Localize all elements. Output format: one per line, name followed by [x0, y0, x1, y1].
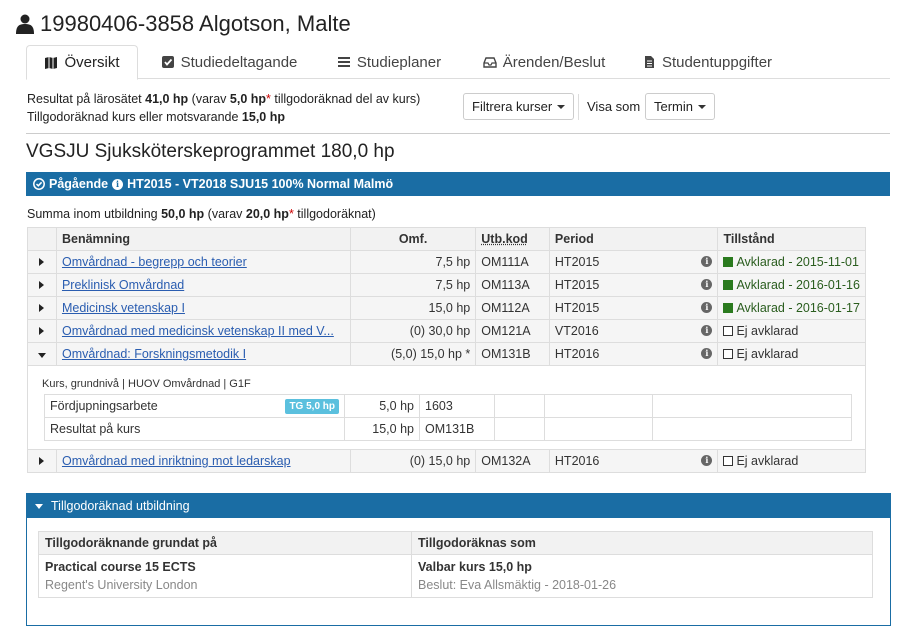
collapse-arrow-icon	[35, 503, 43, 509]
tab-oversikt[interactable]: Översikt	[26, 45, 138, 80]
caret-down-icon	[698, 104, 707, 109]
course-detail-table: Fördjupningsarbete TG 5,0 hp 5,0 hp 1603 …	[44, 394, 852, 441]
user-icon	[16, 14, 34, 34]
expand-arrow-icon[interactable]	[39, 281, 45, 289]
credit-decision: Beslut: Eva Allsmäktig - 2018-01-26	[418, 578, 617, 592]
table-row: Omvårdnad - begrepp och teorier 7,5 hp O…	[27, 250, 866, 274]
col-utbkod: Utb.kod	[475, 227, 550, 251]
credit-panel-header[interactable]: Tillgodoräknad utbildning	[27, 494, 890, 518]
col-period: Period	[548, 227, 719, 251]
credit-basis-name: Practical course 15 ECTS	[45, 560, 196, 574]
visa-som-label: Visa som	[587, 99, 641, 114]
program-title: VGSJU Sjuksköterskeprogrammet 180,0 hp	[26, 141, 395, 162]
filter-courses-button[interactable]: Filtrera kurser	[463, 93, 575, 120]
empty-square-icon	[723, 456, 734, 466]
info-icon[interactable]: i	[112, 178, 124, 190]
program-status-bar[interactable]: Pågående i HT2015 - VT2018 SJU15 100% No…	[26, 172, 890, 196]
info-icon[interactable]: i	[701, 256, 713, 267]
file-icon	[644, 56, 654, 68]
course-link[interactable]: Omvårdnad - begrepp och teorier	[62, 255, 247, 269]
course-detail-subhead: Kurs, grundnivå | HUOV Omvårdnad | G1F	[42, 378, 251, 390]
credit-row: Practical course 15 ECTS Regent's Univers…	[38, 554, 873, 598]
expand-arrow-icon[interactable]	[39, 457, 45, 465]
map-icon	[45, 56, 58, 69]
table-row: Preklinisk Omvårdnad 7,5 hp OM113A HT201…	[27, 273, 866, 297]
detail-row: Fördjupningsarbete TG 5,0 hp 5,0 hp 1603	[44, 394, 852, 418]
course-link[interactable]: Omvårdnad med medicinsk vetenskap II med…	[62, 324, 334, 338]
course-link[interactable]: Omvårdnad med inriktning mot ledarskap	[62, 454, 291, 468]
info-icon[interactable]: i	[701, 325, 713, 336]
checkbox-icon	[161, 56, 174, 68]
tab-bar: Översikt Studiedeltagande Studieplaner Ä…	[26, 45, 890, 80]
credit-header-row: Tillgodoräknande grundat på Tillgodoräkn…	[38, 531, 873, 555]
detail-row: Resultat på kurs 15,0 hp OM131B	[44, 417, 852, 441]
info-icon[interactable]: i	[701, 455, 713, 466]
table-header-row: Benämning Omf. Utb.kod Period Tillstånd	[27, 227, 866, 251]
tab-studieplaner[interactable]: Studieplaner	[324, 45, 454, 79]
expand-arrow-icon[interactable]	[39, 258, 45, 266]
tab-studiedeltagande[interactable]: Studiedeltagande	[154, 45, 304, 79]
course-detail-row: Kurs, grundnivå | HUOV Omvårdnad | G1F F…	[27, 365, 866, 450]
col-tillstand: Tillstånd	[717, 227, 866, 251]
inbox-icon	[483, 57, 497, 68]
credit-panel: Tillgodoräknad utbildning Tillgodoräknan…	[26, 493, 891, 626]
course-link[interactable]: Preklinisk Omvårdnad	[62, 278, 184, 292]
info-icon[interactable]: i	[701, 302, 713, 313]
summary-line-1: Resultat på lärosätet 41,0 hp (varav 5,0…	[27, 92, 421, 106]
empty-square-icon	[723, 326, 734, 336]
tg-badge: TG 5,0 hp	[285, 398, 339, 414]
courses-table: Benämning Omf. Utb.kod Period Tillstånd …	[27, 227, 866, 473]
col-benamning: Benämning	[55, 227, 351, 251]
expand-arrow-icon[interactable]	[39, 304, 45, 312]
table-row: Omvårdnad med inriktning mot ledarskap (…	[27, 449, 866, 473]
tab-arenden-beslut[interactable]: Ärenden/Beslut	[474, 45, 614, 79]
done-square-icon	[723, 303, 734, 313]
credit-table: Tillgodoräknande grundat på Tillgodoräkn…	[38, 531, 873, 598]
done-square-icon	[723, 257, 734, 267]
list-icon	[337, 57, 350, 67]
course-link[interactable]: Medicinsk vetenskap I	[62, 301, 185, 315]
info-icon[interactable]: i	[701, 348, 713, 359]
table-row: Omvårdnad: Forskningsmetodik I (5,0) 15,…	[27, 342, 866, 366]
collapse-arrow-icon[interactable]	[37, 353, 46, 358]
divider	[26, 133, 890, 134]
page-title: 19980406-3858 Algotson, Malte	[16, 11, 351, 37]
student-name: 19980406-3858 Algotson, Malte	[40, 11, 351, 36]
credit-as-name: Valbar kurs 15,0 hp	[418, 560, 532, 574]
done-square-icon	[723, 280, 734, 290]
col-omf: Omf.	[349, 227, 477, 251]
caret-down-icon	[557, 104, 566, 109]
result-summary: Resultat på lärosätet 41,0 hp (varav 5,0…	[27, 90, 420, 126]
table-row: Medicinsk vetenskap I 15,0 hp OM112A HT2…	[27, 296, 866, 320]
table-row: Omvårdnad med medicinsk vetenskap II med…	[27, 319, 866, 343]
empty-square-icon	[723, 349, 734, 359]
info-icon[interactable]: i	[701, 279, 713, 290]
tab-studentuppgifter[interactable]: Studentuppgifter	[632, 45, 782, 79]
check-circle-icon	[33, 178, 45, 190]
view-as-dropdown[interactable]: Termin	[645, 93, 716, 120]
credit-basis-school: Regent's University London	[45, 578, 198, 592]
expand-arrow-icon[interactable]	[39, 327, 45, 335]
program-sum: Summa inom utbildning 50,0 hp (varav 20,…	[27, 207, 376, 221]
summary-line-2: Tillgodoräknad kurs eller motsvarande 15…	[27, 110, 285, 124]
course-link[interactable]: Omvårdnad: Forskningsmetodik I	[62, 347, 246, 361]
divider	[578, 94, 579, 120]
